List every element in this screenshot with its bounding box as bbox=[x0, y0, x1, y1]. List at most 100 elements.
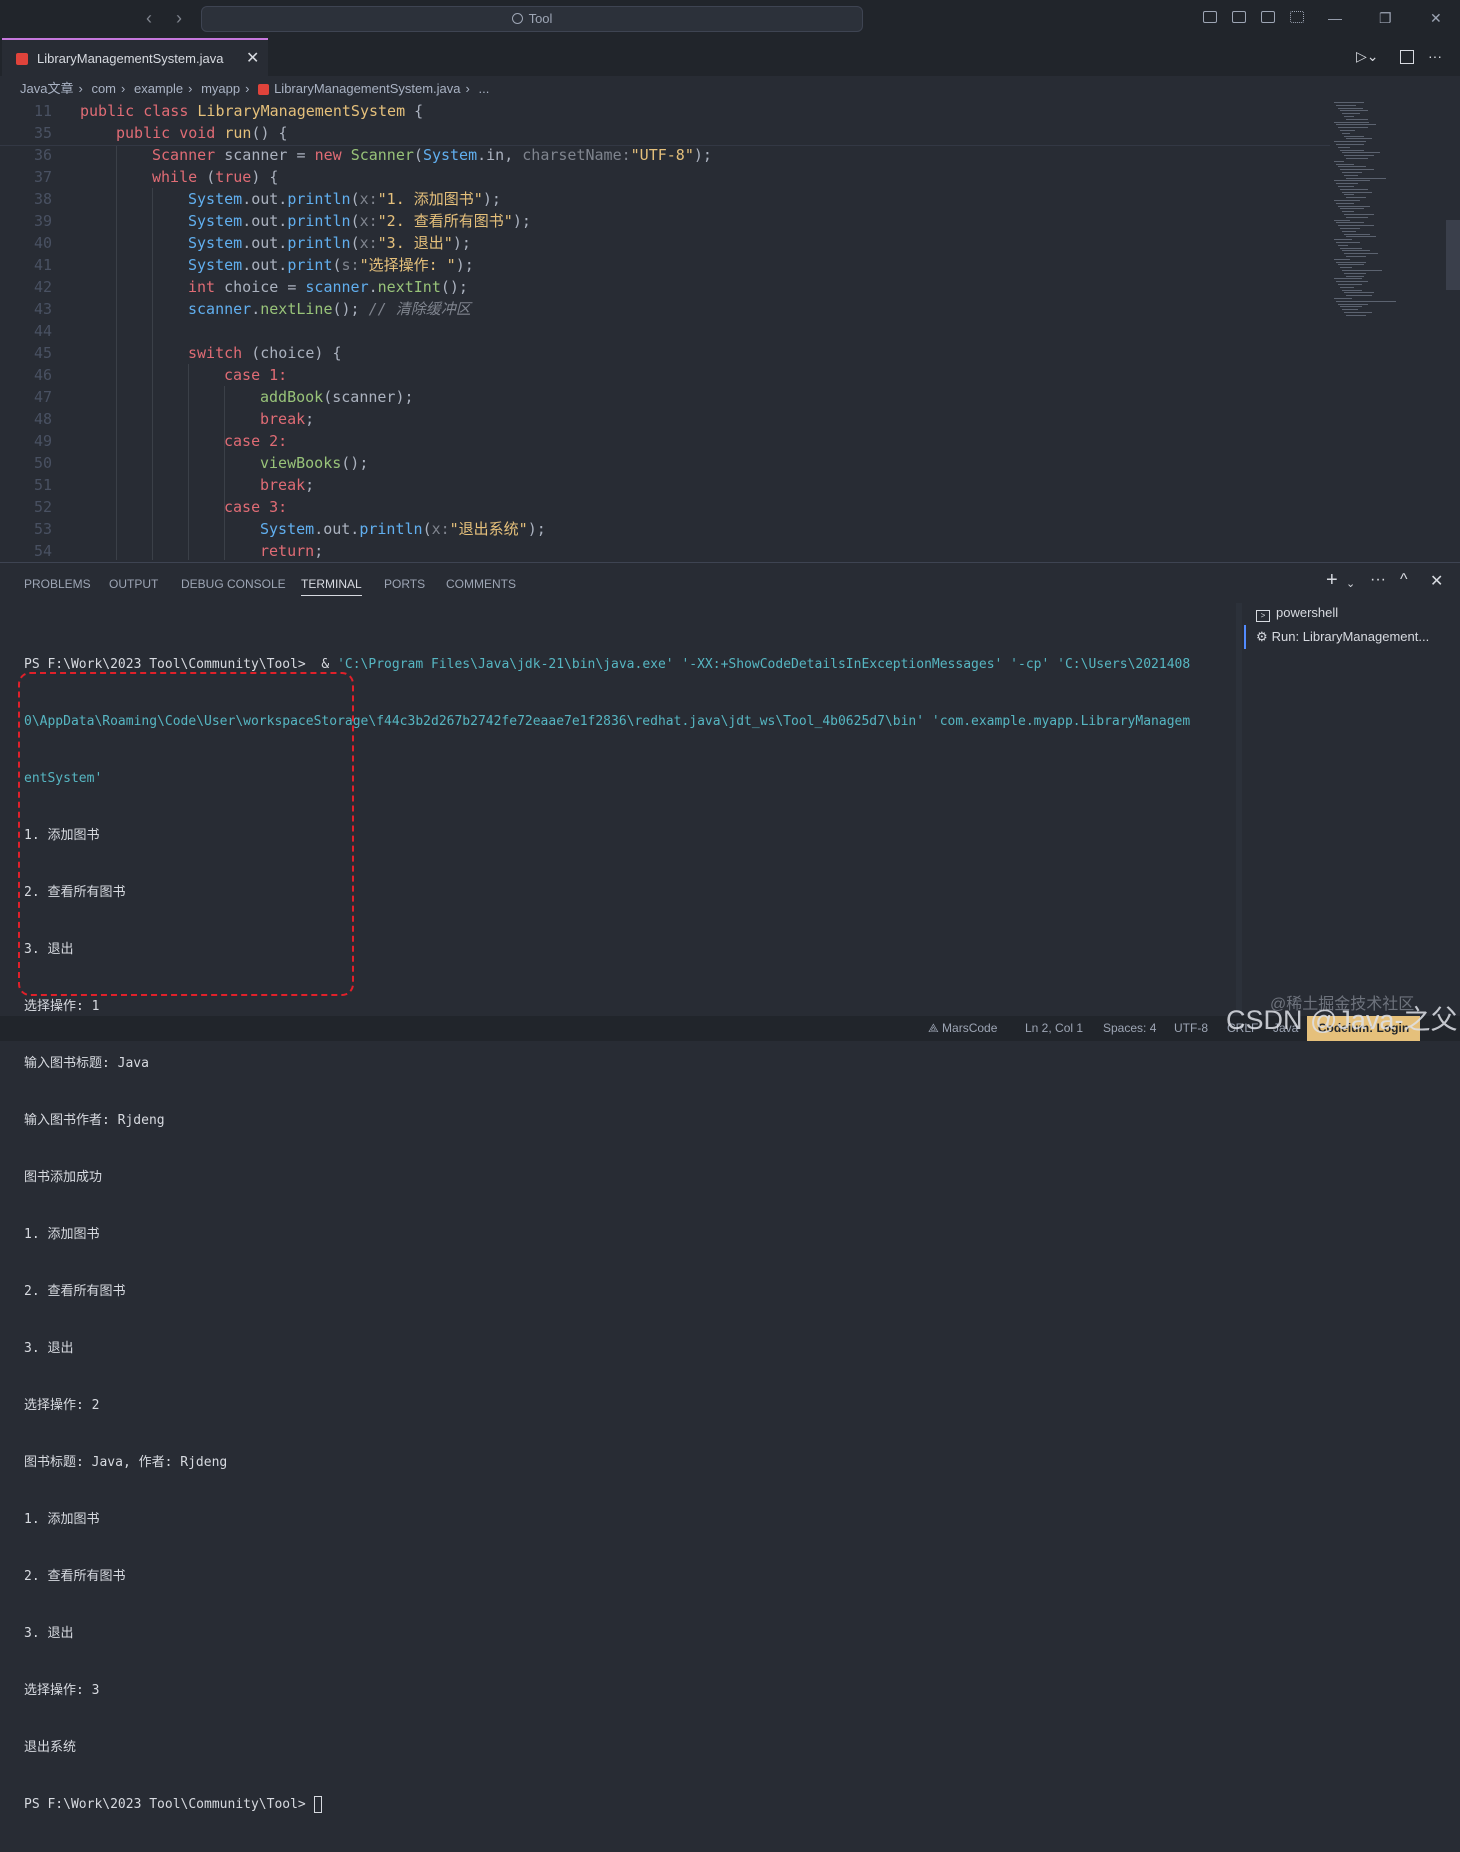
code-token: "退出系统" bbox=[449, 520, 528, 538]
code-token: "3. 退出" bbox=[377, 234, 453, 252]
code-token: . bbox=[251, 300, 261, 318]
code-token: LibraryManagementSystem bbox=[197, 102, 406, 120]
code-token: println bbox=[287, 190, 351, 208]
breadcrumb-item[interactable]: LibraryManagementSystem.java bbox=[274, 81, 460, 96]
minimap-line bbox=[1340, 247, 1362, 249]
code-token: . bbox=[477, 146, 487, 164]
line-number: 39 bbox=[33, 212, 52, 230]
terminal-item-powershell[interactable]: > powershell bbox=[1256, 605, 1338, 622]
more-actions-icon[interactable]: ··· bbox=[1428, 48, 1442, 64]
split-editor-icon[interactable] bbox=[1400, 50, 1414, 64]
forward-icon[interactable]: › bbox=[176, 8, 182, 29]
command-center-search[interactable]: Tool bbox=[201, 6, 863, 32]
chevron-down-icon[interactable]: ⌄ bbox=[1346, 577, 1355, 590]
minimap-line bbox=[1346, 216, 1368, 218]
tab-ports[interactable]: PORTS bbox=[384, 577, 425, 591]
minimize-button[interactable]: — bbox=[1328, 10, 1342, 26]
code-token: .out. bbox=[242, 212, 288, 230]
minimap-line bbox=[1340, 169, 1374, 171]
more-icon[interactable]: ··· bbox=[1370, 571, 1386, 589]
code-token: ( bbox=[413, 146, 423, 164]
back-icon[interactable]: ‹ bbox=[146, 8, 152, 29]
code-token: break bbox=[260, 476, 306, 494]
minimap-line bbox=[1338, 166, 1366, 168]
breadcrumb-item[interactable]: ... bbox=[478, 81, 489, 96]
terminal-item-run[interactable]: ⚙ Run: LibraryManagement... bbox=[1256, 629, 1429, 645]
code-editor[interactable]: 11 public class LibraryManagementSystem {… bbox=[0, 100, 1444, 560]
run-icon[interactable]: ▷⌄ bbox=[1356, 48, 1379, 65]
code-token: .out. bbox=[242, 234, 288, 252]
toggle-panel-icon[interactable] bbox=[1232, 11, 1246, 23]
tab-librarymanagementsystem[interactable]: LibraryManagementSystem.java ✕ bbox=[2, 38, 268, 76]
toggle-secondary-sidebar-icon[interactable] bbox=[1261, 11, 1275, 23]
minimap-line bbox=[1344, 174, 1358, 176]
code-token: , bbox=[504, 146, 523, 164]
minimap-line bbox=[1334, 121, 1369, 123]
tab-comments[interactable]: COMMENTS bbox=[446, 577, 516, 591]
code-token: "选择操作: " bbox=[359, 256, 456, 274]
code-line: 46 case 1: bbox=[0, 364, 1330, 386]
minimap[interactable] bbox=[1330, 100, 1444, 560]
toggle-sidebar-icon[interactable] bbox=[1203, 11, 1217, 23]
terminal-scrollbar[interactable] bbox=[1236, 603, 1242, 1013]
code-line: 35 public void run() { bbox=[0, 122, 1330, 144]
line-number: 49 bbox=[33, 432, 52, 450]
tab-problems[interactable]: PROBLEMS bbox=[24, 577, 91, 591]
editor-scrollbar-track[interactable] bbox=[1446, 100, 1460, 560]
code-token: println bbox=[287, 212, 351, 230]
code-token: ( bbox=[422, 520, 432, 538]
code-comment: // 清除缓冲区 bbox=[368, 300, 471, 318]
java-file-icon bbox=[258, 84, 270, 96]
code-line: 11 public class LibraryManagementSystem { bbox=[0, 100, 1330, 122]
code-line: 37 while (true) { bbox=[0, 166, 1330, 188]
customize-layout-icon[interactable] bbox=[1290, 11, 1304, 23]
maximize-panel-icon[interactable]: ^ bbox=[1400, 571, 1408, 589]
code-token: ( bbox=[350, 190, 360, 208]
line-number: 38 bbox=[33, 190, 52, 208]
terminal-prompt-line: PS F:\Work\2023 Tool\Community\Tool> bbox=[24, 1795, 1224, 1814]
breadcrumb-item[interactable]: myapp bbox=[201, 81, 240, 96]
minimap-line bbox=[1338, 244, 1348, 246]
code-line: 40 System.out.println(x:"3. 退出"); bbox=[0, 232, 1330, 254]
minimap-line bbox=[1334, 180, 1370, 182]
code-token: scanner = bbox=[215, 146, 315, 164]
minimap-line bbox=[1336, 163, 1354, 165]
breadcrumb-item[interactable]: example bbox=[134, 81, 183, 96]
editor-scrollbar-thumb[interactable] bbox=[1446, 220, 1460, 290]
breadcrumb-item[interactable]: Java文章 bbox=[20, 81, 73, 96]
search-label: Tool bbox=[528, 11, 553, 26]
line-number: 43 bbox=[33, 300, 52, 318]
indentation-status[interactable]: Spaces: 4 bbox=[1103, 1021, 1156, 1035]
cursor-position[interactable]: Ln 2, Col 1 bbox=[1025, 1021, 1083, 1035]
code-token: public class bbox=[80, 102, 198, 120]
code-token: in bbox=[486, 146, 505, 164]
line-number: 47 bbox=[33, 388, 52, 406]
tab-debug-console[interactable]: DEBUG CONSOLE bbox=[181, 577, 286, 591]
code-token: 2: bbox=[269, 432, 288, 450]
restore-button[interactable]: ❐ bbox=[1379, 10, 1392, 27]
encoding-status[interactable]: UTF-8 bbox=[1174, 1021, 1208, 1035]
line-number: 41 bbox=[33, 256, 52, 274]
tab-terminal[interactable]: TERMINAL bbox=[301, 577, 362, 596]
code-token: scanner bbox=[188, 300, 252, 318]
minimap-line bbox=[1344, 194, 1354, 196]
minimap-line bbox=[1340, 306, 1362, 308]
minimap-line bbox=[1338, 205, 1370, 207]
close-panel-icon[interactable]: ✕ bbox=[1430, 571, 1443, 591]
new-terminal-icon[interactable]: + bbox=[1326, 569, 1338, 592]
terminal-line: 1. 添加图书 bbox=[24, 1227, 100, 1242]
close-tab-icon[interactable]: ✕ bbox=[246, 48, 259, 68]
minimap-line bbox=[1342, 250, 1370, 252]
close-window-button[interactable]: ✕ bbox=[1430, 10, 1442, 27]
minimap-line bbox=[1346, 177, 1386, 179]
minimap-line bbox=[1334, 141, 1366, 143]
code-line: 39 System.out.println(x:"2. 查看所有图书"); bbox=[0, 210, 1330, 232]
minimap-line bbox=[1340, 228, 1360, 229]
java-file-icon bbox=[16, 53, 28, 65]
marscode-status[interactable]: ⟁ MarsCode bbox=[928, 1021, 997, 1036]
breadcrumb-item[interactable]: com bbox=[91, 81, 116, 96]
terminal-line: 选择操作: 1 bbox=[24, 999, 100, 1014]
tab-output[interactable]: OUTPUT bbox=[109, 577, 158, 591]
line-number: 11 bbox=[33, 102, 52, 120]
code-token: new bbox=[314, 146, 351, 164]
